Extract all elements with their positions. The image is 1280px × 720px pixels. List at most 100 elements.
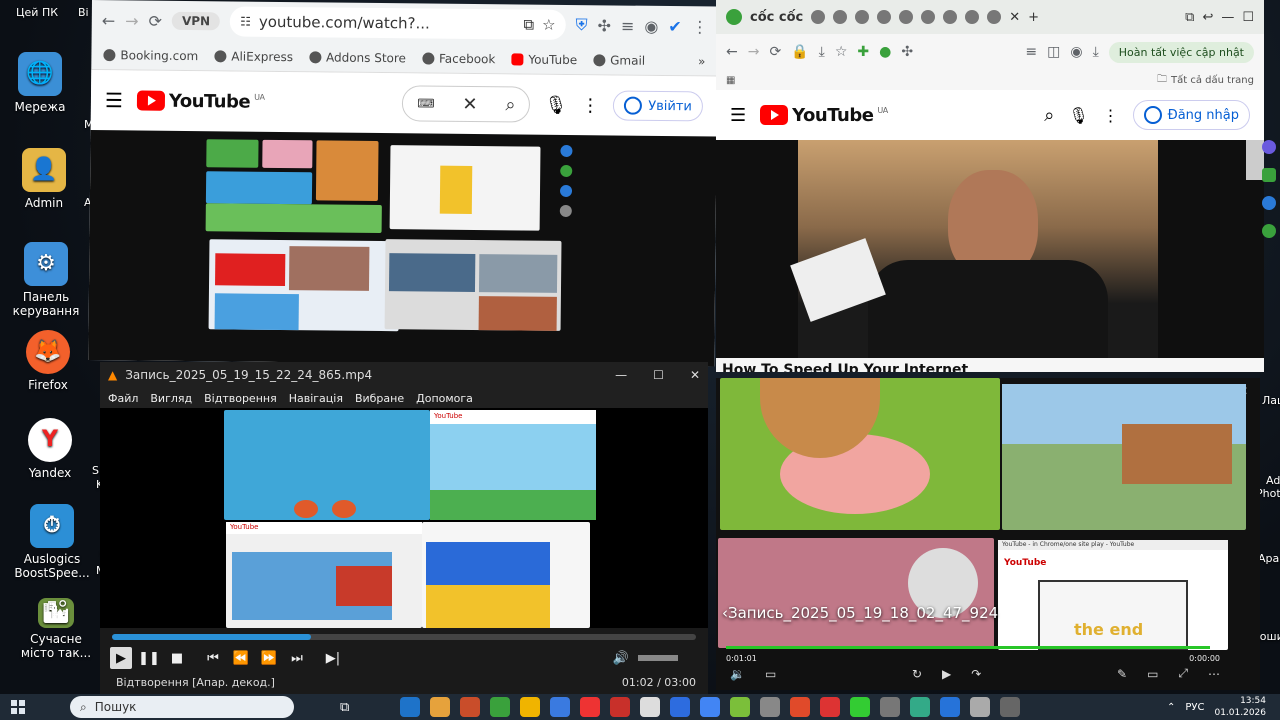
chrome-window[interactable]: ← → ⟳ VPN ☷ youtube.com/watch?... ⧉ ☆ ⛨ … (88, 0, 718, 367)
replay-icon[interactable]: ↻ (912, 667, 922, 681)
bookmark-facebook[interactable]: Facebook (421, 51, 495, 66)
clear-icon[interactable]: ✕ (462, 93, 477, 114)
media-player-window[interactable]: — ☐ ✕ YouTube - in Chrome/one site play … (716, 378, 1260, 690)
youtube-logo[interactable]: YouTube UA (136, 90, 265, 112)
pause-button[interactable]: ❚❚ (138, 647, 160, 669)
taskbar-app-icon[interactable] (580, 697, 601, 717)
security-badge-icon[interactable]: ✔ (668, 17, 682, 36)
desktop-icon-network[interactable]: 🌐 Мережа (2, 52, 78, 114)
tab-icon[interactable] (987, 10, 1002, 24)
maximize-icon[interactable]: ☐ (1242, 10, 1254, 25)
tab-icon[interactable] (877, 10, 892, 24)
desktop-label-this-pc[interactable]: Цей ПК (16, 6, 58, 19)
reload-icon[interactable]: ⟳ (149, 11, 163, 30)
play-button[interactable]: ▶ (110, 647, 132, 669)
downloads-icon[interactable]: ⤓ (1093, 44, 1099, 60)
taskbar-app-icon[interactable] (400, 697, 421, 717)
fullscreen-icon[interactable]: ⤢ (1178, 666, 1188, 681)
vpn-badge[interactable]: VPN (171, 11, 221, 31)
volume-icon[interactable]: 🔉 (730, 667, 745, 681)
next-button[interactable]: ⏭ (286, 647, 308, 669)
vlc-video-area[interactable]: YouTube YouTube (100, 408, 708, 628)
taskbar-app-icon[interactable] (820, 697, 841, 717)
video-title[interactable]: How To Speed Up Your Internet (722, 362, 968, 372)
extension-icon[interactable]: ✚ (857, 44, 869, 60)
back-icon[interactable]: ← (726, 44, 738, 60)
taskbar-app-icon[interactable] (640, 697, 661, 717)
clock[interactable]: 13:54 01.01.2026 (1214, 695, 1266, 719)
search-input[interactable]: ⌨ ✕ ⌕ (402, 85, 531, 123)
subtitles-icon[interactable]: ▭ (765, 667, 776, 681)
bookmark-star-icon[interactable]: ☆ (835, 44, 848, 60)
previous-button[interactable]: ⏮ (202, 647, 224, 669)
cast-icon[interactable]: ⧉ (1185, 10, 1194, 25)
tab-icon[interactable] (811, 10, 826, 24)
taskbar-app-icon[interactable] (790, 697, 811, 717)
messenger-icon[interactable] (1262, 140, 1276, 154)
menu-favorites[interactable]: Вибране (355, 392, 404, 405)
media-controls-icon[interactable]: ≡ (621, 16, 635, 35)
secure-icon[interactable]: 🔒 (791, 44, 808, 60)
desktop-label-partial[interactable]: Bi (78, 6, 89, 19)
vlc-window[interactable]: ▲ Запись_2025_05_19_15_22_24_865.mp4 — ☐… (100, 362, 708, 696)
menu-playback[interactable]: Відтворення (204, 392, 277, 405)
minimize-icon[interactable]: — (1221, 10, 1234, 25)
tab-icon[interactable] (833, 10, 848, 24)
bookmark-booking[interactable]: Booking.com (103, 48, 198, 63)
site-settings-icon[interactable]: ☷ (240, 15, 251, 29)
all-bookmarks-link[interactable]: Tất cả dấu trang (1171, 75, 1254, 86)
language-indicator[interactable]: РУС (1185, 702, 1204, 713)
hamburger-icon[interactable]: ☰ (105, 88, 123, 112)
taskbar-app-icon[interactable] (760, 697, 781, 717)
more-bookmarks-icon[interactable]: » (698, 54, 705, 68)
frame-step-button[interactable]: ▶| (322, 647, 344, 669)
taskbar-app-icon[interactable] (850, 697, 871, 717)
microphone-icon[interactable]: 🎙 (544, 94, 567, 115)
search-icon[interactable]: ⌕ (1044, 105, 1054, 126)
close-tab-icon[interactable]: ✕ (1009, 10, 1020, 25)
bookmark-star-icon[interactable]: ☆ (542, 16, 556, 34)
taskbar-app-icon[interactable] (430, 697, 451, 717)
back-icon[interactable]: ← (102, 11, 116, 30)
ai-icon[interactable] (1262, 168, 1276, 182)
back-window-icon[interactable]: ↩ (1202, 10, 1213, 25)
media-controls-icon[interactable]: ≡ (1025, 44, 1037, 60)
taskbar-app-icon[interactable] (550, 697, 571, 717)
menu-view[interactable]: Вигляд (150, 392, 192, 405)
search-icon[interactable]: ⌕ (505, 94, 515, 115)
video-player[interactable] (88, 129, 717, 367)
taskbar-app-icon[interactable] (940, 697, 961, 717)
menu-file[interactable]: Файл (108, 392, 138, 405)
video-player[interactable] (716, 140, 1264, 358)
profile-icon[interactable]: ◉ (644, 16, 658, 35)
forward-icon[interactable]: → (125, 11, 139, 30)
playback-time[interactable]: 01:02 / 03:00 (622, 676, 696, 689)
desktop-icon-auslogics[interactable]: ⏱ Auslogics BoostSpee... (14, 504, 90, 580)
tab-icon[interactable] (965, 10, 980, 24)
minimize-icon[interactable]: — (615, 368, 627, 382)
volume-slider[interactable] (638, 655, 678, 661)
desktop-label-partial[interactable]: Apar (1258, 552, 1280, 565)
extension-shield-icon[interactable]: ⛨ (575, 15, 587, 35)
taskbar-app-icon[interactable] (490, 697, 511, 717)
menu-navigation[interactable]: Навігація (289, 392, 343, 405)
bookmark-addons[interactable]: Addons Store (308, 50, 406, 65)
taskbar-app-icon[interactable] (610, 697, 631, 717)
media-title[interactable]: ‹Запись_2025_05_19_18_02_47_924 (722, 604, 998, 622)
play-button[interactable]: ▶ (942, 667, 951, 681)
more-options-icon[interactable]: ⋮ (581, 95, 599, 116)
media-seek-bar[interactable] (726, 646, 1211, 649)
vlc-seek-bar[interactable] (112, 634, 696, 640)
desktop-label-partial[interactable]: Ado (1266, 474, 1280, 487)
keyboard-icon[interactable]: ⌨ (417, 96, 434, 110)
taskbar-app-icon[interactable] (700, 697, 721, 717)
microphone-icon[interactable]: 🎙 (1068, 106, 1088, 125)
tray-overflow-icon[interactable]: ⌃ (1167, 702, 1175, 713)
tab-icon[interactable] (899, 10, 914, 24)
taskbar-app-icon[interactable] (730, 697, 751, 717)
bookmark-gmail[interactable]: Gmail (593, 53, 645, 67)
bookmark-youtube[interactable]: YouTube (511, 52, 577, 67)
forward-icon[interactable]: → (748, 44, 760, 60)
tab-icon[interactable] (921, 10, 936, 24)
extensions-puzzle-icon[interactable]: ✣ (597, 16, 611, 35)
